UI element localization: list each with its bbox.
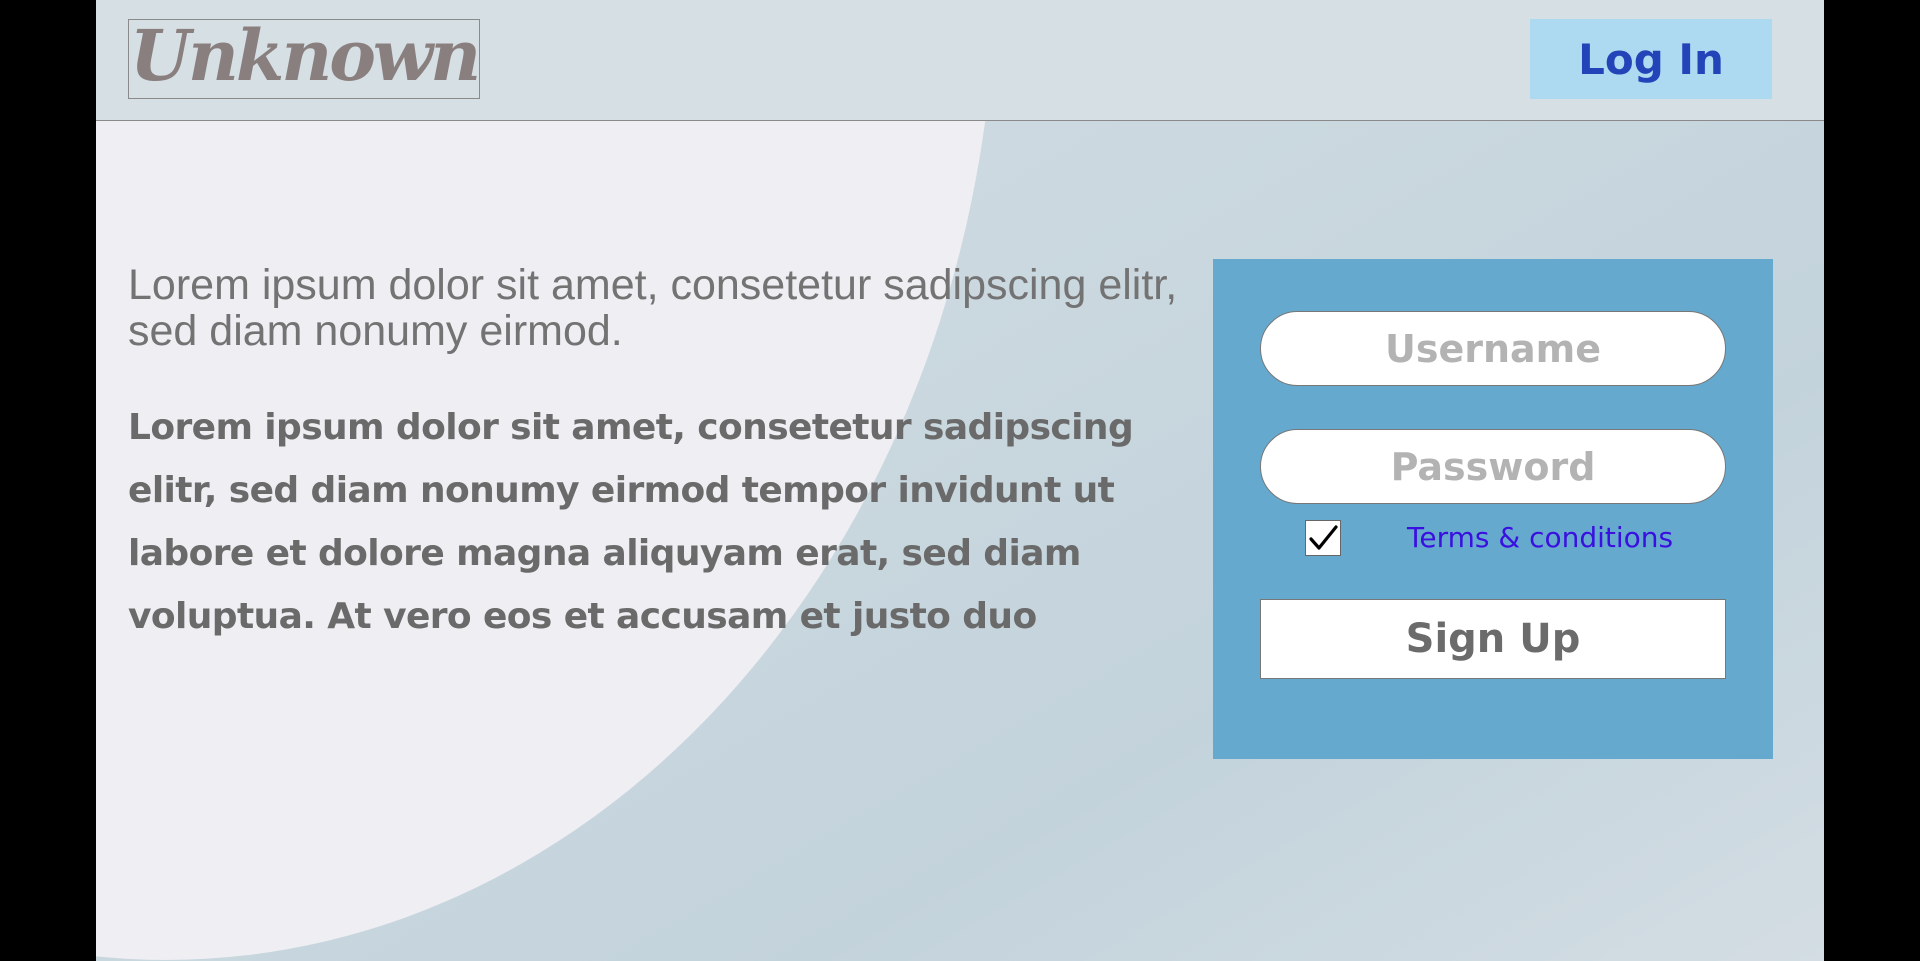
- password-input[interactable]: [1260, 429, 1726, 504]
- page-frame: Unknown Log In Lorem ipsum dolor sit ame…: [96, 0, 1824, 961]
- login-button[interactable]: Log In: [1530, 19, 1772, 99]
- logo[interactable]: Unknown: [128, 19, 481, 99]
- lead-text: Lorem ipsum dolor sit amet, consetetur s…: [128, 261, 1178, 355]
- terms-link[interactable]: Terms & conditions: [1407, 521, 1673, 554]
- body-text: Lorem ipsum dolor sit amet, consetetur s…: [128, 407, 1134, 637]
- username-input[interactable]: [1260, 311, 1726, 386]
- header-bar: Unknown Log In: [96, 0, 1824, 121]
- checkmark-icon: [1309, 525, 1338, 550]
- intro-section: Lorem ipsum dolor sit amet, consetetur s…: [128, 262, 1188, 648]
- signup-panel: Terms & conditions Sign Up: [1213, 259, 1773, 759]
- signup-button[interactable]: Sign Up: [1260, 599, 1726, 679]
- terms-checkbox[interactable]: [1305, 520, 1341, 556]
